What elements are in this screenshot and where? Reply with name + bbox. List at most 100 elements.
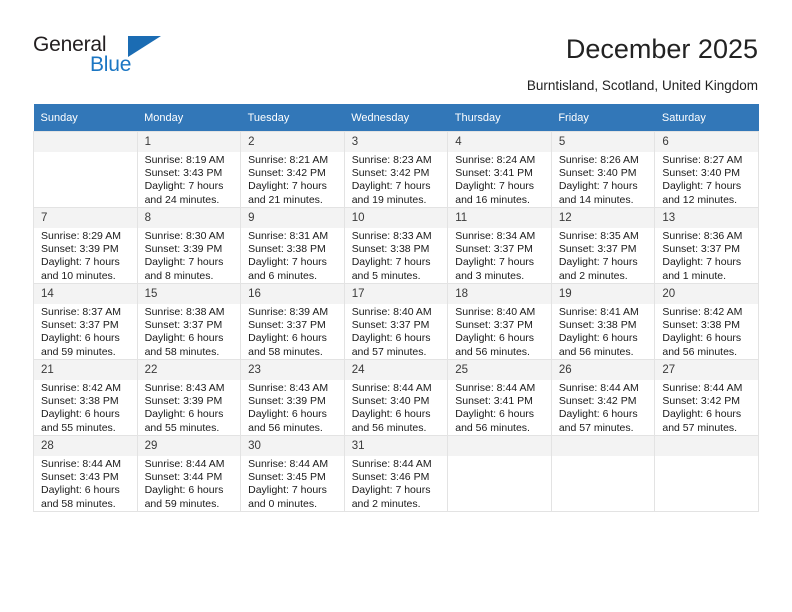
page-title: December 2025 [565, 34, 758, 64]
day-daylight2-text: and 6 minutes. [248, 269, 318, 282]
day-sunrise-text: Sunrise: 8:43 AM [248, 382, 329, 394]
day-sun-info: Sunrise: 8:44 AM Sunset: 3:42 PM Daylight:… [552, 380, 655, 435]
day-number: 8 [137, 208, 241, 228]
day-daylight1-text: Daylight: 6 hours [248, 408, 327, 421]
day-number: 3 [344, 132, 448, 152]
calendar-day-cell[interactable]: 25 Sunrise: 8:44 AM Sunset: 3:41 PM Dayligh… [447, 359, 552, 436]
calendar-day-cell[interactable]: 31 Sunrise: 8:44 AM Sunset: 3:46 PM Dayligh… [343, 435, 449, 512]
calendar-day-cell[interactable]: 18 Sunrise: 8:40 AM Sunset: 3:37 PM Dayligh… [447, 283, 552, 360]
day-daylight1-text: Daylight: 6 hours [144, 332, 224, 345]
calendar-day-cell[interactable]: 3 Sunrise: 8:23 AM Sunset: 3:42 PM Daylight… [343, 131, 449, 208]
calendar-day-cell[interactable]: 9 Sunrise: 8:31 AM Sunset: 3:38 PM Daylight… [240, 207, 345, 284]
day-sun-info: Sunrise: 8:33 AM Sunset: 3:38 PM Daylight:… [345, 228, 448, 283]
day-number: 21 [34, 360, 137, 380]
day-daylight2-text: and 2 minutes. [351, 497, 421, 510]
calendar-day-cell[interactable]: 29 Sunrise: 8:44 AM Sunset: 3:44 PM Dayligh… [136, 435, 242, 512]
day-sunset-text: Sunset: 3:37 PM [248, 319, 326, 332]
calendar-day-cell[interactable]: 28 Sunrise: 8:44 AM Sunset: 3:43 PM Dayligh… [33, 435, 138, 512]
day-daylight1-text: Daylight: 6 hours [41, 484, 120, 497]
day-daylight2-text: and 3 minutes. [455, 269, 525, 282]
day-daylight2-text: and 55 minutes. [41, 421, 116, 434]
day-number: 25 [448, 360, 551, 380]
day-daylight2-text: and 0 minutes. [248, 497, 318, 510]
day-daylight1-text: Daylight: 6 hours [144, 408, 224, 421]
day-sun-info: Sunrise: 8:42 AM Sunset: 3:38 PM Daylight:… [655, 304, 758, 359]
calendar-day-cell[interactable]: 4 Sunrise: 8:24 AM Sunset: 3:41 PM Daylight… [447, 131, 552, 208]
day-sunset-text: Sunset: 3:43 PM [144, 167, 223, 180]
day-number: 22 [137, 360, 241, 380]
calendar-day-cell[interactable]: 27 Sunrise: 8:44 AM Sunset: 3:42 PM Dayligh… [654, 359, 759, 436]
calendar-day-cell[interactable]: 17 Sunrise: 8:40 AM Sunset: 3:37 PM Dayligh… [343, 283, 449, 360]
day-sunset-text: Sunset: 3:38 PM [351, 243, 430, 256]
day-daylight1-text: Daylight: 7 hours [351, 180, 431, 193]
calendar-day-cell[interactable]: 26 Sunrise: 8:44 AM Sunset: 3:42 PM Dayligh… [550, 359, 656, 436]
day-sunset-text: Sunset: 3:40 PM [558, 167, 637, 180]
calendar-day-cell[interactable]: 10 Sunrise: 8:33 AM Sunset: 3:38 PM Dayligh… [343, 207, 449, 284]
day-daylight2-text: and 56 minutes. [558, 345, 634, 358]
day-sun-info: Sunrise: 8:36 AM Sunset: 3:37 PM Daylight:… [655, 228, 758, 283]
day-daylight1-text: Daylight: 7 hours [248, 180, 327, 193]
calendar-day-cell[interactable]: 19 Sunrise: 8:41 AM Sunset: 3:38 PM Dayligh… [550, 283, 656, 360]
day-daylight2-text: and 19 minutes. [351, 193, 427, 206]
calendar-day-cell[interactable]: 1 Sunrise: 8:19 AM Sunset: 3:43 PM Daylight… [136, 131, 242, 208]
day-sun-info: Sunrise: 8:26 AM Sunset: 3:40 PM Daylight:… [552, 152, 655, 207]
calendar-day-cell[interactable]: 24 Sunrise: 8:44 AM Sunset: 3:40 PM Dayligh… [343, 359, 449, 436]
day-daylight1-text: Daylight: 6 hours [144, 484, 224, 497]
calendar-day-cell[interactable]: 21 Sunrise: 8:42 AM Sunset: 3:38 PM Dayligh… [33, 359, 138, 436]
day-daylight1-text: Daylight: 6 hours [41, 332, 120, 345]
day-number: 11 [448, 208, 551, 228]
day-sun-info: Sunrise: 8:44 AM Sunset: 3:46 PM Daylight:… [345, 456, 448, 511]
calendar-day-cell[interactable]: 12 Sunrise: 8:35 AM Sunset: 3:37 PM Dayligh… [550, 207, 656, 284]
page-header: General Blue December 2025 Burntisland, … [0, 0, 792, 100]
calendar-day-cell[interactable]: 22 Sunrise: 8:43 AM Sunset: 3:39 PM Dayligh… [136, 359, 242, 436]
calendar-day-cell[interactable]: 11 Sunrise: 8:34 AM Sunset: 3:37 PM Dayligh… [447, 207, 552, 284]
calendar-cell-empty [33, 131, 138, 208]
calendar-header-row: Sunday Monday Tuesday Wednesday Thursday… [33, 104, 759, 132]
page-subtitle: Burntisland, Scotland, United Kingdom [526, 78, 758, 93]
day-sun-info: Sunrise: 8:39 AM Sunset: 3:37 PM Daylight:… [241, 304, 344, 359]
day-number: 4 [448, 132, 551, 152]
day-sunset-text: Sunset: 3:42 PM [662, 395, 741, 408]
day-daylight2-text: and 10 minutes. [41, 269, 116, 282]
day-sun-info: Sunrise: 8:40 AM Sunset: 3:37 PM Daylight:… [345, 304, 448, 359]
calendar-day-cell[interactable]: 30 Sunrise: 8:44 AM Sunset: 3:45 PM Dayligh… [240, 435, 345, 512]
day-sun-info: Sunrise: 8:37 AM Sunset: 3:37 PM Daylight:… [34, 304, 137, 359]
calendar-day-cell[interactable]: 2 Sunrise: 8:21 AM Sunset: 3:42 PM Daylight… [240, 131, 345, 208]
day-sunset-text: Sunset: 3:42 PM [351, 167, 430, 180]
calendar-day-cell[interactable]: 14 Sunrise: 8:37 AM Sunset: 3:37 PM Dayligh… [33, 283, 138, 360]
day-sunset-text: Sunset: 3:42 PM [248, 167, 326, 180]
day-daylight2-text: and 58 minutes. [144, 345, 220, 358]
day-sunset-text: Sunset: 3:37 PM [144, 319, 223, 332]
day-sun-info: Sunrise: 8:24 AM Sunset: 3:41 PM Daylight:… [448, 152, 551, 207]
day-sunrise-text: Sunrise: 8:19 AM [144, 154, 225, 166]
calendar-day-cell[interactable]: 8 Sunrise: 8:30 AM Sunset: 3:39 PM Daylight… [136, 207, 242, 284]
day-number: 12 [551, 208, 655, 228]
weekday-header-sunday: Sunday [33, 104, 138, 132]
calendar-day-cell[interactable]: 20 Sunrise: 8:42 AM Sunset: 3:38 PM Dayligh… [654, 283, 759, 360]
calendar-day-cell[interactable]: 6 Sunrise: 8:27 AM Sunset: 3:40 PM Daylight… [654, 131, 759, 208]
day-daylight2-text: and 16 minutes. [455, 193, 530, 206]
day-sunrise-text: Sunrise: 8:42 AM [662, 306, 743, 318]
calendar-day-cell[interactable]: 15 Sunrise: 8:38 AM Sunset: 3:37 PM Dayligh… [136, 283, 242, 360]
day-sun-info: Sunrise: 8:31 AM Sunset: 3:38 PM Daylight:… [241, 228, 344, 283]
day-number [448, 436, 551, 456]
calendar-day-cell[interactable]: 16 Sunrise: 8:39 AM Sunset: 3:37 PM Dayligh… [240, 283, 345, 360]
day-number [655, 436, 758, 456]
day-daylight1-text: Daylight: 7 hours [455, 256, 535, 269]
calendar-body: 1 Sunrise: 8:19 AM Sunset: 3:43 PM Daylight… [33, 131, 759, 512]
brand-logo[interactable]: General Blue [33, 33, 163, 81]
day-sunset-text: Sunset: 3:39 PM [41, 243, 119, 256]
day-sun-info: Sunrise: 8:43 AM Sunset: 3:39 PM Daylight:… [138, 380, 241, 435]
calendar-week-row: 7 Sunrise: 8:29 AM Sunset: 3:39 PM Daylight… [33, 207, 759, 284]
day-sunrise-text: Sunrise: 8:34 AM [455, 230, 536, 242]
day-daylight2-text: and 56 minutes. [455, 421, 530, 434]
calendar-day-cell[interactable]: 23 Sunrise: 8:43 AM Sunset: 3:39 PM Dayligh… [240, 359, 345, 436]
calendar-day-cell[interactable]: 13 Sunrise: 8:36 AM Sunset: 3:37 PM Dayligh… [654, 207, 759, 284]
day-sunrise-text: Sunrise: 8:44 AM [248, 458, 329, 470]
day-sun-info: Sunrise: 8:41 AM Sunset: 3:38 PM Daylight:… [552, 304, 655, 359]
day-sun-info: Sunrise: 8:44 AM Sunset: 3:45 PM Daylight:… [241, 456, 344, 511]
calendar-day-cell[interactable]: 7 Sunrise: 8:29 AM Sunset: 3:39 PM Daylight… [33, 207, 138, 284]
day-number: 13 [655, 208, 758, 228]
day-number: 14 [34, 284, 137, 304]
calendar-day-cell[interactable]: 5 Sunrise: 8:26 AM Sunset: 3:40 PM Daylight… [550, 131, 656, 208]
